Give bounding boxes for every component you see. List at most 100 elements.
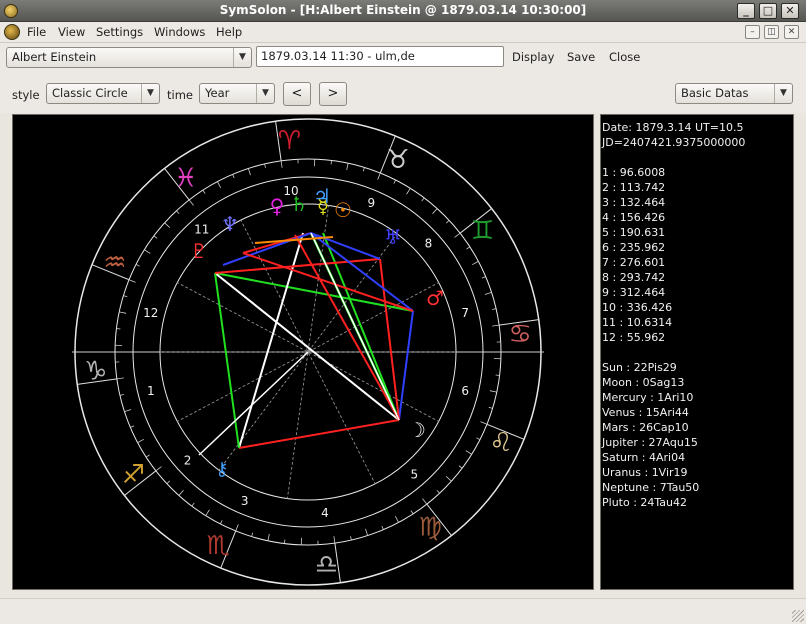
- degree-tick: [264, 163, 266, 168]
- degree-tick: [191, 502, 195, 507]
- planet-position-9: Neptune : 7Tau50: [602, 481, 700, 494]
- aspect-line: [214, 272, 400, 421]
- house-number: 1: [147, 384, 155, 398]
- house-number: 2: [184, 453, 192, 467]
- house-number: 12: [143, 306, 158, 320]
- degree-tick: [458, 465, 463, 469]
- degree-tick: [135, 264, 140, 267]
- style-label: style: [12, 88, 40, 102]
- degree-tick: [166, 480, 171, 484]
- data-select-value: Basic Datas: [681, 86, 749, 100]
- zodiac-sign-icon: ♑: [84, 357, 107, 387]
- degree-tick: [119, 311, 127, 314]
- house-cusp-3: 3 : 132.464: [602, 196, 666, 209]
- time-select[interactable]: Year ▼: [199, 83, 275, 104]
- degree-tick: [119, 394, 124, 396]
- degree-tick: [406, 188, 411, 195]
- degree-tick: [128, 279, 136, 283]
- menu-windows[interactable]: Windows: [154, 25, 205, 39]
- degree-tick: [480, 421, 488, 425]
- app-logo-icon[interactable]: [4, 24, 20, 40]
- planet-moon-icon: ☽: [408, 418, 426, 442]
- mdi-close-button[interactable]: ✕: [784, 25, 799, 39]
- zodiac-sign-icon: ♉: [386, 145, 409, 175]
- degree-tick: [445, 476, 452, 482]
- style-select[interactable]: Classic Circle ▼: [46, 83, 160, 104]
- mdi-restore-button[interactable]: ◫: [764, 25, 779, 39]
- house-cusp-12: 12 : 55.962: [602, 331, 666, 344]
- info-jd: JD=2407421.9375000000: [602, 136, 746, 149]
- degree-tick: [217, 181, 222, 188]
- degree-tick: [436, 489, 440, 494]
- degree-tick: [235, 524, 239, 532]
- degree-tick: [432, 208, 438, 215]
- minimize-button[interactable]: _: [737, 3, 755, 19]
- mdi-minimize-button[interactable]: –: [745, 25, 760, 39]
- display-button[interactable]: Display: [512, 50, 554, 64]
- planet-venus-icon: ♀: [270, 194, 285, 218]
- zodiac-sign-icon: ♋: [509, 319, 532, 349]
- close-button[interactable]: Close: [609, 50, 640, 64]
- house-number: 3: [241, 494, 249, 508]
- degree-tick: [481, 276, 486, 279]
- degree-tick: [421, 197, 425, 202]
- datetime-input-value: 1879.03.14 11:30 - ulm,de: [261, 49, 415, 63]
- save-button[interactable]: Save: [567, 50, 595, 64]
- degree-tick: [350, 536, 352, 541]
- menu-bar: File View Settings Windows Help – ◫ ✕: [0, 22, 806, 43]
- menu-file[interactable]: File: [27, 25, 46, 39]
- person-select[interactable]: Albert Einstein ▼: [6, 47, 252, 68]
- zodiac-sign-icon: ♐: [122, 460, 145, 490]
- degree-tick: [484, 291, 492, 295]
- aspect-line: [238, 232, 304, 449]
- house-cusp-4: 4 : 156.426: [602, 211, 666, 224]
- degree-tick: [164, 222, 171, 228]
- menu-view[interactable]: View: [58, 25, 85, 39]
- time-select-value: Year: [205, 86, 230, 100]
- node-icon: ⚷: [215, 459, 228, 480]
- next-button[interactable]: >: [319, 82, 347, 106]
- menu-settings[interactable]: Settings: [96, 25, 143, 39]
- planet-saturn-icon: ♄: [290, 192, 308, 216]
- degree-tick: [205, 509, 210, 516]
- degree-tick: [454, 232, 461, 238]
- degree-tick: [422, 498, 428, 505]
- planet-position-2: Moon : 0Sag13: [602, 376, 685, 389]
- degree-tick: [466, 246, 471, 250]
- planet-position-8: Uranus : 1Vir19: [602, 466, 688, 479]
- datetime-input[interactable]: 1879.03.14 11:30 - ulm,de: [256, 46, 504, 67]
- chevron-down-icon: ▼: [774, 84, 792, 103]
- close-window-button[interactable]: ✕: [781, 3, 799, 19]
- positions-list: Sun : 22Pis29 Moon : 0Sag13 Mercury : 1Ari…: [602, 360, 793, 510]
- house-cusp-1: 1 : 96.6008: [602, 166, 666, 179]
- planet-position-1: Sun : 22Pis29: [602, 361, 677, 374]
- degree-tick: [123, 295, 128, 298]
- data-select[interactable]: Basic Datas ▼: [675, 83, 793, 104]
- info-date: Date: 1879.3.14 UT=10.5: [602, 121, 744, 134]
- status-bar: [0, 598, 806, 624]
- planet-position-6: Jupiter : 27Aqu15: [602, 436, 698, 449]
- menu-help[interactable]: Help: [216, 25, 242, 39]
- aspect-line: [214, 272, 240, 449]
- degree-tick: [144, 249, 151, 254]
- planet-position-4: Venus : 15Ari44: [602, 406, 689, 419]
- aspect-line: [242, 252, 414, 312]
- house-cusp-10: 10 : 336.426: [602, 301, 673, 314]
- prev-button[interactable]: <: [283, 82, 311, 106]
- house-cusp-5: 5 : 190.631: [602, 226, 666, 239]
- house-number: 8: [425, 237, 433, 251]
- maximize-button[interactable]: □: [759, 3, 777, 19]
- house-number: 9: [367, 196, 375, 210]
- degree-tick: [472, 261, 479, 266]
- resize-grip-icon[interactable]: [792, 610, 804, 622]
- chart-panel[interactable]: ♈ ♉ ♊ ♋ ♌ ♍ ♎ ♏ ♐ ♑ ♒ ♓ 1 2 3 4 5 6 7 8 9 10 11 12 ☉ ☿ ♄ ♀ ♆ ♇ ♂ ♅ ♃ ☽ ⚷: [12, 114, 594, 590]
- aspect-line: [238, 419, 400, 449]
- house-cusp-2: 2 : 113.742: [602, 181, 666, 194]
- degree-tick: [476, 437, 481, 440]
- house-cusp-8: 8 : 293.742: [602, 271, 666, 284]
- degree-tick: [488, 406, 493, 409]
- degree-tick: [153, 235, 158, 239]
- horoscope-wheel[interactable]: ♈♉♊♋♌♍♎♏♐♑♒♓123456789101112☉☿♄♀♆♇♂♅♃☽⚷: [13, 115, 593, 589]
- degree-tick: [410, 510, 414, 515]
